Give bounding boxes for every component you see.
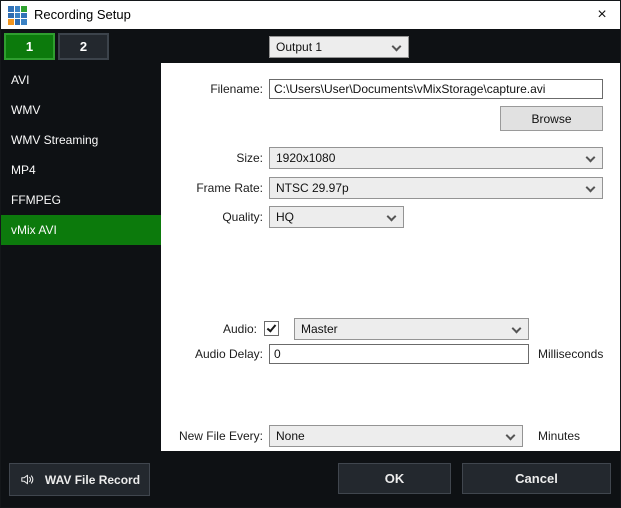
quality-select[interactable]: HQ — [269, 206, 404, 228]
titlebar: Recording Setup × — [1, 1, 620, 29]
audio-delay-label: Audio Delay: — [194, 347, 263, 361]
filename-input[interactable]: C:\Users\User\Documents\vMixStorage\capt… — [269, 79, 603, 99]
chevron-down-icon — [386, 211, 397, 222]
tab-output-1[interactable]: 1 — [4, 33, 55, 60]
output-select-value: Output 1 — [276, 40, 323, 54]
audio-label: Audio: — [222, 322, 257, 336]
audio-checkbox[interactable] — [264, 321, 279, 336]
output-select[interactable]: Output 1 — [269, 36, 409, 58]
recording-setup-dialog: Recording Setup × 1 2 Output 1 AVI WMV W… — [0, 0, 621, 508]
sidebar-item-vmix-avi[interactable]: vMix AVI — [1, 215, 161, 245]
audio-source-value: Master — [301, 322, 338, 336]
chevron-down-icon — [505, 430, 516, 441]
new-file-every-value: None — [276, 429, 305, 443]
quality-select-value: HQ — [276, 210, 294, 224]
settings-panel: Filename: C:\Users\User\Documents\vMixSt… — [161, 63, 620, 451]
chevron-down-icon — [511, 323, 522, 334]
quality-label: Quality: — [222, 210, 263, 224]
minutes-label: Minutes — [538, 429, 581, 443]
tab-output-2[interactable]: 2 — [58, 33, 109, 60]
ok-button[interactable]: OK — [338, 463, 451, 494]
frame-rate-label: Frame Rate: — [196, 181, 263, 195]
sidebar-item-mp4[interactable]: MP4 — [1, 155, 161, 185]
new-file-every-label: New File Every: — [178, 429, 263, 443]
frame-rate-select[interactable]: NTSC 29.97p — [269, 177, 603, 199]
milliseconds-label: Milliseconds — [538, 347, 604, 361]
wav-file-record-label: WAV File Record — [44, 472, 141, 487]
sidebar-item-wmv[interactable]: WMV — [1, 95, 161, 125]
chevron-down-icon — [585, 182, 596, 193]
close-icon[interactable]: × — [590, 1, 614, 29]
frame-rate-select-value: NTSC 29.97p — [276, 181, 349, 195]
size-select[interactable]: 1920x1080 — [269, 147, 603, 169]
window-title: Recording Setup — [34, 7, 131, 22]
cancel-button[interactable]: Cancel — [462, 463, 611, 494]
vmix-app-icon — [8, 6, 27, 25]
browse-button[interactable]: Browse — [500, 106, 603, 131]
sidebar-item-avi[interactable]: AVI — [1, 65, 161, 95]
audio-delay-input[interactable]: 0 — [269, 344, 529, 364]
chevron-down-icon — [585, 152, 596, 163]
new-file-every-select[interactable]: None — [269, 425, 523, 447]
checkmark-icon — [266, 322, 277, 333]
size-select-value: 1920x1080 — [276, 151, 336, 165]
sidebar-item-wmv-streaming[interactable]: WMV Streaming — [1, 125, 161, 155]
wav-file-record-button[interactable]: WAV File Record — [9, 463, 150, 496]
sidebar-item-ffmpeg[interactable]: FFMPEG — [1, 185, 161, 215]
chevron-down-icon — [391, 41, 402, 52]
audio-source-select[interactable]: Master — [294, 318, 529, 340]
filename-label: Filename: — [210, 82, 263, 96]
size-label: Size: — [236, 151, 263, 165]
speaker-icon — [21, 474, 34, 485]
